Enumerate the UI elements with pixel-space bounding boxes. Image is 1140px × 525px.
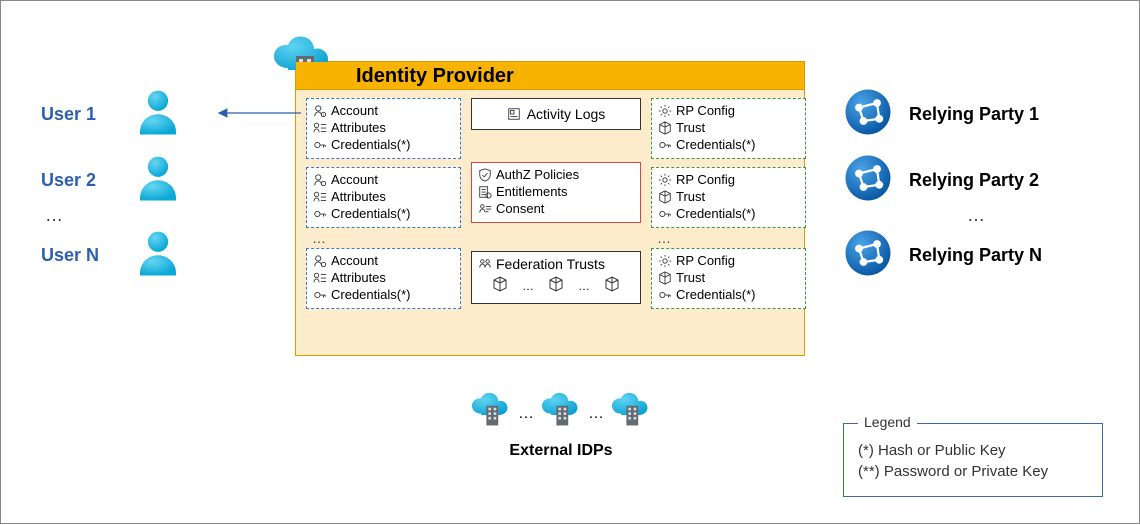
shield-icon (478, 168, 492, 182)
user-label: User N (41, 245, 131, 266)
cloud-building-icon (608, 391, 654, 436)
cloud-building-icon (468, 391, 514, 436)
cube-icon (658, 190, 672, 204)
dots: … (578, 279, 590, 293)
cube-icon (658, 121, 672, 135)
account-label: Account (331, 102, 378, 119)
cube-icon (492, 276, 508, 295)
cube-icon (658, 271, 672, 285)
attributes-label: Attributes (331, 188, 386, 205)
rp-label: Relying Party 1 (909, 104, 1039, 125)
legend-item: (*) Hash or Public Key (858, 442, 1088, 459)
identity-provider-box: Identity Provider i Account Attributes Cr… (295, 61, 805, 356)
gear-icon (658, 254, 672, 268)
trust-label: Trust (676, 119, 705, 136)
credentials-label: Credentials(*) (676, 205, 755, 222)
consent-icon (478, 202, 492, 216)
user-store-box: Account Attributes Credentials(*) (306, 167, 461, 228)
legend-item: (**) Password or Private Key (858, 463, 1088, 480)
center-column: Activity Logs AuthZ Policies Entitlement… (471, 98, 641, 309)
external-idps-label: External IDPs (431, 442, 691, 460)
user-label: User 1 (41, 104, 131, 125)
rp-config-label: RP Config (676, 102, 735, 119)
account-icon: i (313, 104, 327, 118)
credentials-label: Credentials(*) (676, 286, 755, 303)
user-row: User 2 (41, 147, 251, 213)
federation-trusts-box: Federation Trusts … … (471, 251, 641, 304)
rp-label: Relying Party 2 (909, 170, 1039, 191)
federation-icon (478, 257, 492, 271)
column-ellipsis: … (306, 228, 461, 248)
account-label: Account (331, 171, 378, 188)
key-icon (313, 207, 327, 221)
dots: … (518, 405, 534, 423)
cloud-building-icon (538, 391, 584, 436)
trust-label: Trust (676, 188, 705, 205)
rp-row: Relying Party 1 (841, 81, 1111, 147)
user-icon (131, 151, 185, 210)
rp-config-label: RP Config (676, 171, 735, 188)
attributes-icon (313, 271, 327, 285)
log-icon (507, 107, 521, 121)
attributes-label: Attributes (331, 119, 386, 136)
rp-row: Relying Party N (841, 222, 1111, 288)
rp-config-column: RP Config Trust Credentials(*) RP Config… (651, 98, 806, 309)
legend-box: Legend (*) Hash or Public Key (**) Passw… (843, 423, 1103, 497)
gear-icon (658, 173, 672, 187)
key-icon (313, 288, 327, 302)
key-icon (658, 288, 672, 302)
user-icon (131, 226, 185, 285)
column-ellipsis: … (651, 228, 806, 248)
user-label: User 2 (41, 170, 131, 191)
attributes-icon (313, 121, 327, 135)
cube-icon (548, 276, 564, 295)
consent-label: Consent (496, 200, 544, 217)
authz-box: AuthZ Policies Entitlements Consent (471, 162, 641, 223)
credentials-label: Credentials(*) (676, 136, 755, 153)
activity-logs-label: Activity Logs (527, 106, 606, 122)
key-icon (313, 138, 327, 152)
user-store-column: i Account Attributes Credentials(*) Accou… (306, 98, 461, 309)
external-idps-block: … … External IDPs (431, 391, 691, 460)
credentials-label: Credentials(*) (331, 286, 410, 303)
trust-label: Trust (676, 269, 705, 286)
rp-label: Relying Party N (909, 245, 1042, 266)
key-icon (658, 138, 672, 152)
credentials-label: Credentials(*) (331, 136, 410, 153)
federation-title: Federation Trusts (496, 256, 605, 272)
user-store-box: Account Attributes Credentials(*) (306, 248, 461, 309)
user-row: User 1 (41, 81, 251, 147)
rp-config-box: RP Config Trust Credentials(*) (651, 248, 806, 309)
legend-title: Legend (858, 414, 917, 430)
activity-logs-box: Activity Logs (471, 98, 641, 130)
account-icon (313, 254, 327, 268)
authz-policies-label: AuthZ Policies (496, 166, 579, 183)
user-icon (131, 85, 185, 144)
relying-party-icon (841, 151, 895, 210)
entitlements-icon (478, 185, 492, 199)
credentials-label: Credentials(*) (331, 205, 410, 222)
rp-config-label: RP Config (676, 252, 735, 269)
relying-party-column: Relying Party 1 Relying Party 2 … Relyin… (841, 81, 1111, 288)
dots: … (588, 405, 604, 423)
rp-row: Relying Party 2 (841, 147, 1111, 213)
relying-party-icon (841, 85, 895, 144)
entitlements-label: Entitlements (496, 183, 568, 200)
account-label: Account (331, 252, 378, 269)
relying-party-icon (841, 226, 895, 285)
user-row: User N (41, 222, 251, 288)
gear-icon (658, 104, 672, 118)
rp-config-box: RP Config Trust Credentials(*) (651, 167, 806, 228)
attributes-icon (313, 190, 327, 204)
account-icon (313, 173, 327, 187)
idp-title: Identity Provider (296, 62, 804, 90)
attributes-label: Attributes (331, 269, 386, 286)
key-icon (658, 207, 672, 221)
rp-config-box: RP Config Trust Credentials(*) (651, 98, 806, 159)
cube-icon (604, 276, 620, 295)
user-store-box: i Account Attributes Credentials(*) (306, 98, 461, 159)
user-column: User 1 User 2 … User N (41, 81, 251, 288)
dots: … (522, 279, 534, 293)
